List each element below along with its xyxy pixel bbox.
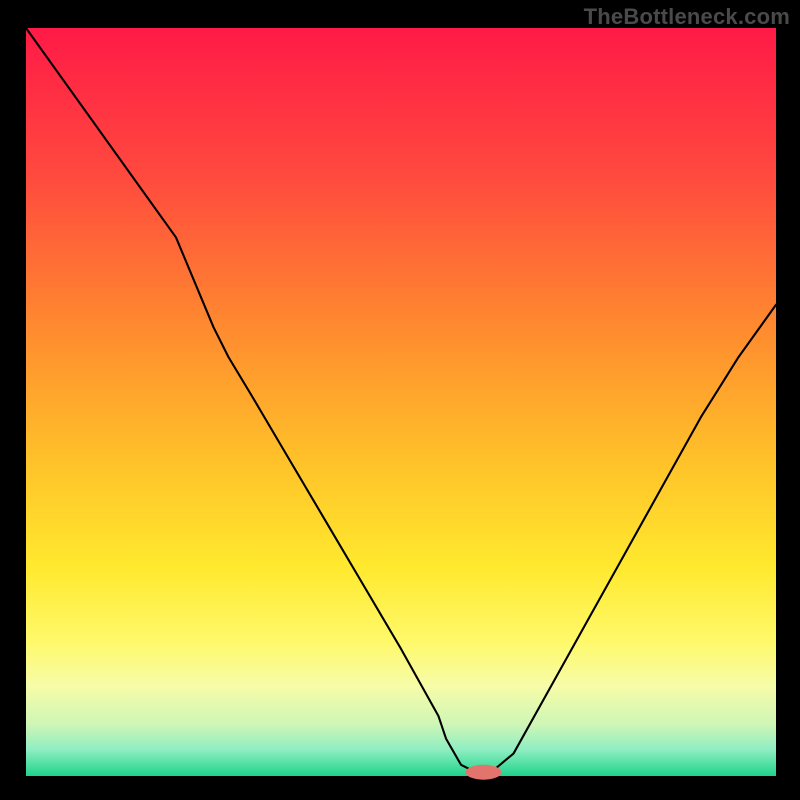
bottleneck-curve-chart	[0, 0, 800, 800]
attribution-text: TheBottleneck.com	[584, 4, 790, 30]
optimal-point-marker	[466, 765, 502, 780]
plot-background	[26, 28, 776, 776]
chart-container: TheBottleneck.com	[0, 0, 800, 800]
